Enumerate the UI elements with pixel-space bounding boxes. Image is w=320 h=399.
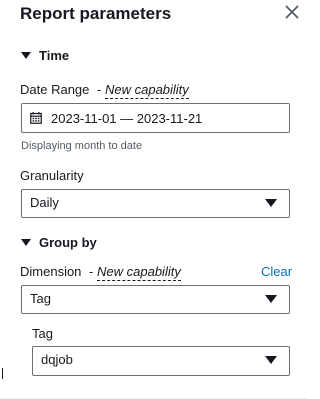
dropdown-triangle-icon	[265, 295, 277, 303]
caret-down-icon	[21, 238, 31, 246]
dimension-separator: -	[89, 264, 94, 279]
dimension-capability-badge: New capability	[97, 264, 181, 281]
panel-header: Report parameters	[20, 3, 171, 25]
tag-select[interactable]: dqjob	[32, 346, 290, 376]
caret-down-icon	[21, 51, 31, 59]
resize-handle[interactable]	[2, 368, 3, 379]
granularity-select[interactable]: Daily	[21, 189, 290, 218]
date-range-capability-badge: New capability	[104, 82, 189, 99]
dimension-label: Dimension - New capability	[20, 264, 181, 281]
dropdown-triangle-icon	[265, 199, 277, 207]
date-range-separator: -	[97, 82, 102, 97]
dimension-select[interactable]: Tag	[21, 285, 290, 314]
tag-value: dqjob	[41, 352, 73, 367]
report-parameters-panel: Report parameters Time Date Range - New …	[0, 0, 307, 399]
panel-title: Report parameters	[20, 4, 172, 23]
date-range-label: Date Range - New capability	[20, 82, 189, 99]
time-section-label: Time	[39, 47, 70, 63]
date-range-hint: Displaying month to date	[21, 140, 143, 152]
dimension-value: Tag	[30, 291, 51, 306]
group-by-section-toggle[interactable]: Group by	[20, 233, 97, 251]
close-icon[interactable]	[285, 5, 299, 19]
granularity-label: Granularity	[20, 168, 84, 183]
date-range-value: 2023-11-01 — 2023-11-21	[51, 110, 203, 126]
date-range-input[interactable]: 2023-11-01 — 2023-11-21	[21, 103, 290, 133]
group-by-section-label: Group by	[39, 234, 97, 250]
time-section-toggle[interactable]: Time	[20, 46, 69, 64]
tag-label: Tag	[32, 326, 53, 341]
date-range-label-text: Date Range	[20, 82, 90, 97]
dropdown-triangle-icon	[265, 356, 277, 364]
dimension-clear-link[interactable]: Clear	[261, 264, 292, 279]
calendar-icon	[30, 112, 42, 124]
dimension-label-text: Dimension	[20, 264, 82, 279]
granularity-value: Daily	[30, 195, 59, 210]
